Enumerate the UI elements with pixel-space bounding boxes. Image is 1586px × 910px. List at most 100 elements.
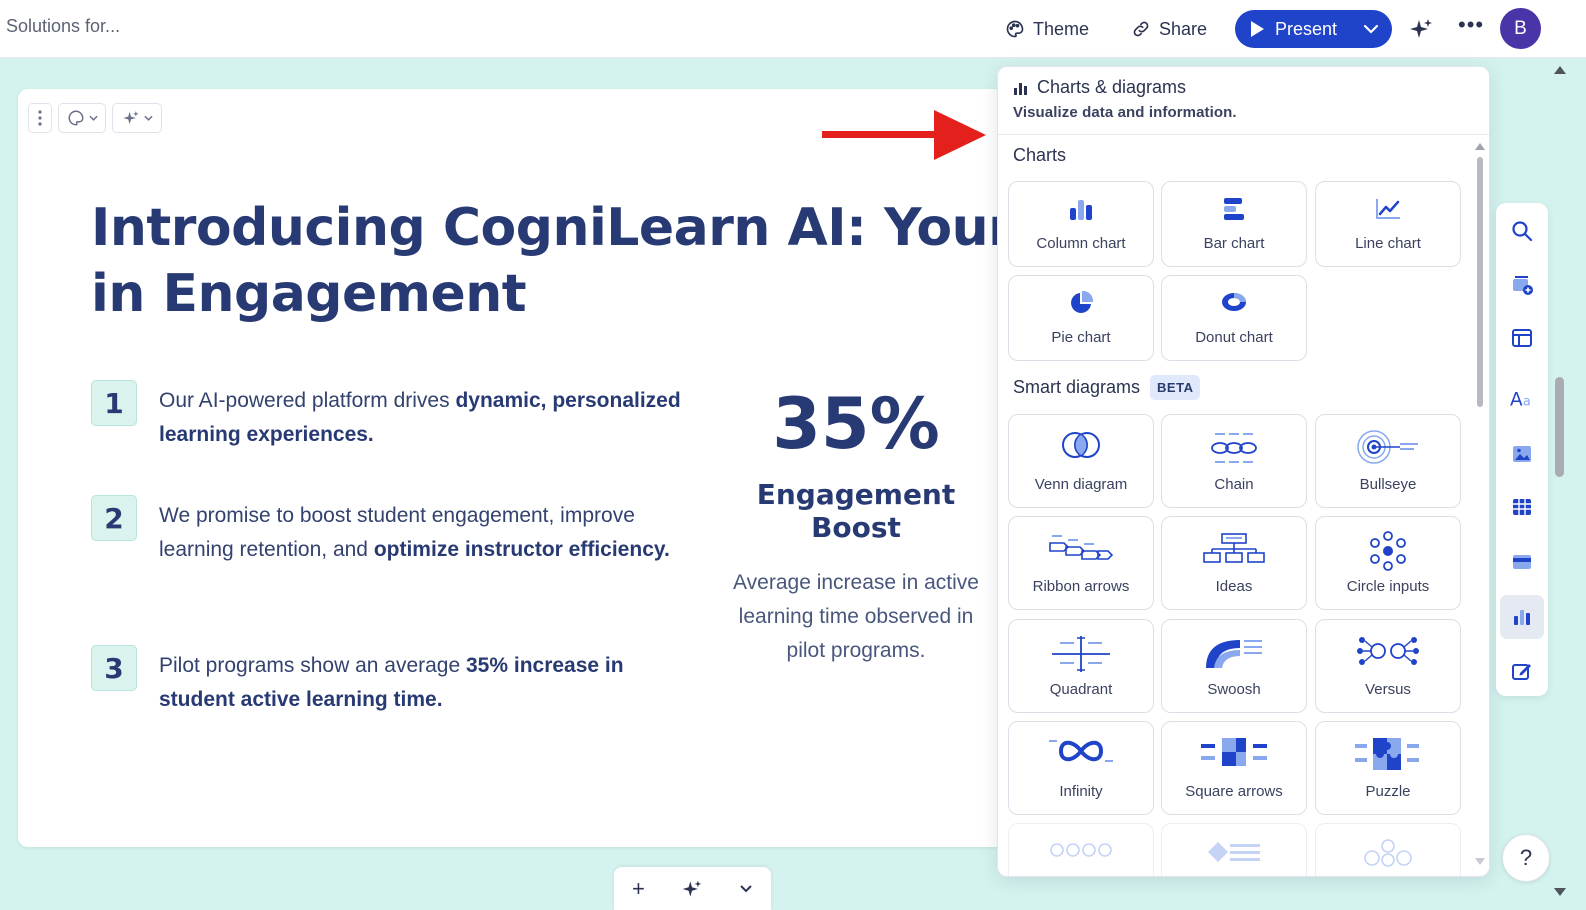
- chart-tile-pie[interactable]: Pie chart: [1008, 275, 1154, 361]
- stat-value: 35%: [772, 383, 940, 465]
- slide-toolbar: [28, 103, 162, 133]
- rail-search-button[interactable]: [1500, 209, 1544, 253]
- add-card-button[interactable]: +: [632, 876, 645, 902]
- ai-sparkle-button[interactable]: [1408, 16, 1434, 42]
- diagram-tile-ribbon-arrows[interactable]: Ribbon arrows: [1008, 516, 1154, 610]
- play-icon: [1251, 21, 1264, 37]
- link-icon: [1133, 21, 1149, 37]
- layout-icon: [1512, 329, 1532, 347]
- palette-icon: [68, 110, 84, 126]
- share-button[interactable]: Share: [1131, 10, 1207, 48]
- chart-tile-column[interactable]: Column chart: [1008, 181, 1154, 267]
- sparkle-icon[interactable]: [681, 878, 703, 900]
- rail-embed-button[interactable]: [1500, 540, 1544, 584]
- scroll-up-arrow-icon[interactable]: [1554, 66, 1566, 74]
- pie-chart-icon: [1071, 290, 1094, 313]
- charts-section-heading: Charts: [1013, 145, 1067, 165]
- present-options-button[interactable]: [1353, 10, 1389, 48]
- rail-text-button[interactable]: Aa: [1500, 377, 1544, 421]
- chevron-down-icon: [143, 115, 153, 121]
- scroll-down-arrow-icon[interactable]: [1554, 888, 1566, 896]
- panel-title: Charts & diagrams: [1013, 77, 1474, 98]
- donut-chart-icon: [1222, 293, 1246, 311]
- card-menu-button[interactable]: [28, 103, 52, 133]
- sparkle-icon: [1410, 19, 1432, 38]
- diagram-tile-versus[interactable]: Versus: [1315, 619, 1461, 713]
- chart-tile-donut[interactable]: Donut chart: [1161, 275, 1307, 361]
- scroll-down-arrow-icon[interactable]: [1475, 858, 1485, 865]
- infinity-icon: [1049, 740, 1113, 762]
- rail-edit-button[interactable]: [1500, 649, 1544, 693]
- chain-icon: [1211, 433, 1257, 463]
- charts-diagrams-panel: Charts & diagrams Visualize data and inf…: [997, 66, 1490, 877]
- diagram-tile-chain[interactable]: Chain: [1161, 414, 1307, 508]
- more-options-button[interactable]: •••: [1458, 14, 1484, 40]
- smart-diagrams-heading: Smart diagrams BETA: [1013, 375, 1201, 400]
- palette-icon: [1006, 20, 1024, 38]
- page-scroll-thumb[interactable]: [1555, 377, 1564, 477]
- diagram-preview-icon: [1050, 843, 1112, 857]
- table-icon: [1513, 499, 1531, 515]
- chevron-down-icon[interactable]: [739, 884, 753, 893]
- diagram-tile-infinity[interactable]: Infinity: [1008, 721, 1154, 815]
- embed-card-icon: [1513, 555, 1531, 569]
- help-button[interactable]: ?: [1502, 834, 1550, 882]
- diagram-tile-partial[interactable]: [1315, 823, 1461, 876]
- chevron-down-icon: [88, 115, 98, 121]
- page-scrollbar[interactable]: [1553, 62, 1567, 910]
- swoosh-icon: [1206, 640, 1262, 668]
- point-item[interactable]: 3 Pilot programs show an average 35% inc…: [91, 645, 681, 717]
- diagram-tile-partial[interactable]: [1008, 823, 1154, 876]
- stat-block[interactable]: 35% Engagement Boost Average increase in…: [718, 384, 994, 668]
- card-ai-button[interactable]: [112, 103, 162, 133]
- rail-add-card-button[interactable]: [1500, 263, 1544, 307]
- search-icon: [1512, 221, 1533, 242]
- slide-title[interactable]: Introducing CogniLearn AI: Your Partner …: [91, 195, 1018, 327]
- present-button[interactable]: Present: [1235, 10, 1353, 48]
- top-bar: l Solutions for... Theme Share Present •…: [0, 0, 1586, 58]
- versus-icon: [1357, 637, 1419, 665]
- diagram-tile-circle-inputs[interactable]: Circle inputs: [1315, 516, 1461, 610]
- bar-chart-icon: [1514, 610, 1530, 625]
- point-text: Pilot programs show an average 35% incre…: [159, 654, 624, 711]
- rail-image-button[interactable]: [1500, 432, 1544, 476]
- doc-title[interactable]: l Solutions for...: [0, 16, 120, 37]
- panel-scroll-thumb[interactable]: [1477, 157, 1483, 407]
- ribbon-arrows-icon: [1049, 535, 1114, 560]
- stat-label: Engagement Boost: [756, 478, 956, 544]
- bar-chart-icon: [1014, 82, 1027, 95]
- edit-icon: [1512, 664, 1531, 680]
- chart-tile-line[interactable]: Line chart: [1315, 181, 1461, 267]
- present-button-group: Present: [1235, 10, 1392, 48]
- avatar[interactable]: B: [1500, 8, 1541, 49]
- svg-text:a: a: [1523, 394, 1531, 409]
- point-item[interactable]: 1 Our AI-powered platform drives dynamic…: [91, 380, 681, 452]
- point-number: 2: [91, 495, 137, 541]
- sparkle-icon: [122, 111, 139, 125]
- rail-layout-button[interactable]: [1500, 316, 1544, 360]
- diagram-tile-venn[interactable]: Venn diagram: [1008, 414, 1154, 508]
- diagram-tile-ideas[interactable]: Ideas: [1161, 516, 1307, 610]
- theme-button[interactable]: Theme: [1005, 10, 1089, 48]
- beta-badge: BETA: [1150, 375, 1201, 400]
- point-item[interactable]: 2 We promise to boost student engagement…: [91, 495, 681, 567]
- rail-charts-button[interactable]: [1500, 595, 1544, 639]
- red-arrow-icon: [822, 110, 986, 160]
- point-text: Our AI-powered platform drives dynamic, …: [159, 389, 681, 446]
- panel-scrollbar[interactable]: [1475, 143, 1485, 873]
- card-style-button[interactable]: [58, 103, 106, 133]
- diagram-tile-puzzle[interactable]: Puzzle: [1315, 721, 1461, 815]
- chart-tile-bar[interactable]: Bar chart: [1161, 181, 1307, 267]
- diagram-tile-swoosh[interactable]: Swoosh: [1161, 619, 1307, 713]
- diagram-tile-bullseye[interactable]: Bullseye: [1315, 414, 1461, 508]
- diagram-tile-quadrant[interactable]: Quadrant: [1008, 619, 1154, 713]
- stat-description: Average increase in active learning time…: [733, 571, 979, 662]
- bullseye-icon: [1357, 430, 1418, 464]
- puzzle-icon: [1355, 738, 1419, 770]
- diagram-tile-partial[interactable]: [1161, 823, 1307, 876]
- right-toolbar: Aa: [1496, 203, 1548, 696]
- scroll-up-arrow-icon[interactable]: [1475, 143, 1485, 150]
- diagram-tile-square-arrows[interactable]: Square arrows: [1161, 721, 1307, 815]
- bottom-toolbar: +: [614, 867, 771, 910]
- rail-table-button[interactable]: [1500, 485, 1544, 529]
